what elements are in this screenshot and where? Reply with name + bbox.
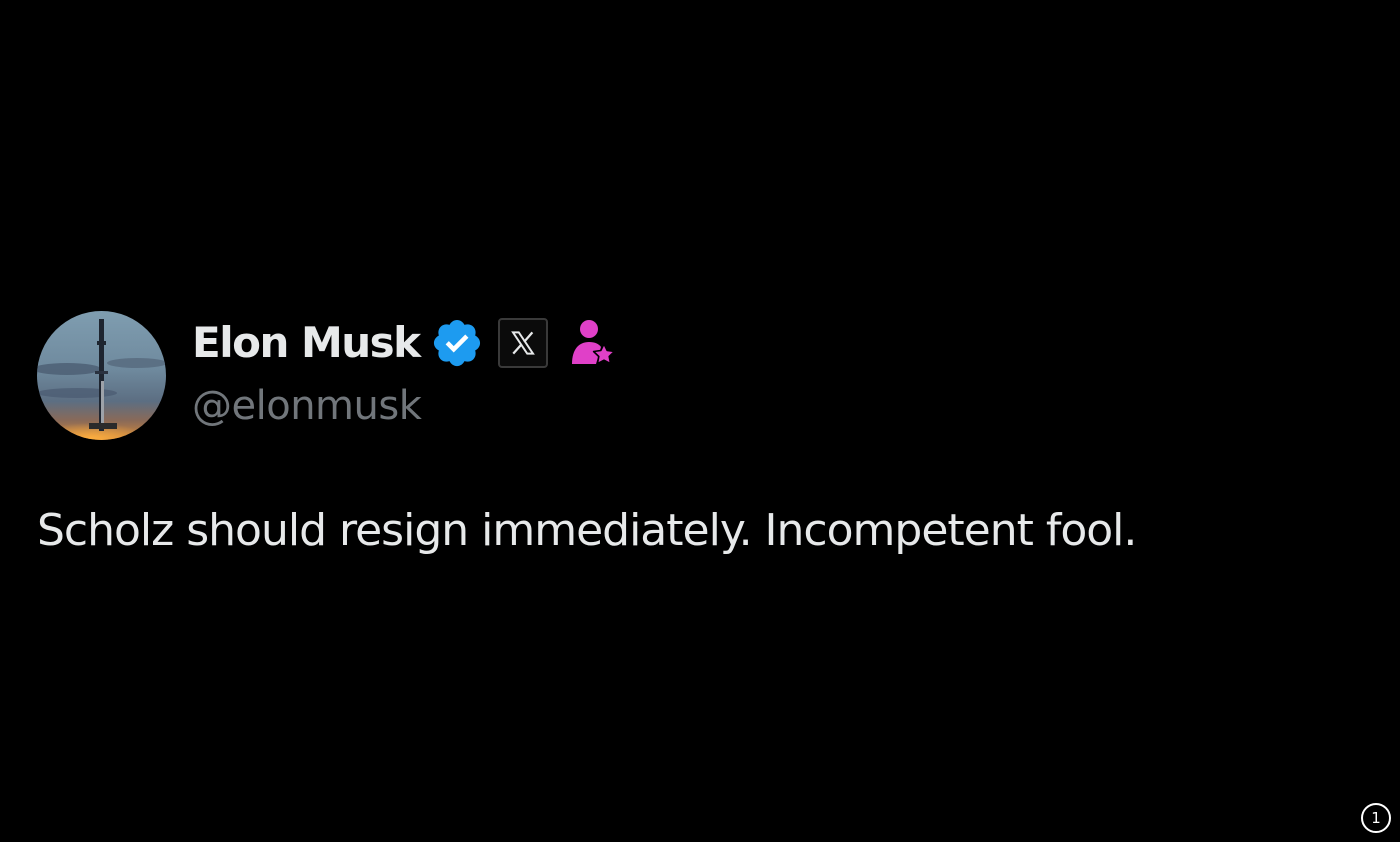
tweet-text: Scholz should resign immediately. Incomp… (37, 505, 1137, 556)
avatar[interactable] (37, 311, 166, 440)
x-logo-icon (510, 331, 535, 355)
tweet-card: Elon Musk @elonmusk Scholz should resign… (0, 0, 1400, 842)
author-display-name[interactable]: Elon Musk (192, 322, 421, 364)
affiliate-badge[interactable] (497, 318, 548, 368)
avatar-image (37, 311, 166, 440)
page-indicator: 1 (1361, 803, 1391, 833)
author-handle[interactable]: @elonmusk (192, 384, 422, 428)
person-star-icon (568, 316, 618, 370)
verified-badge-icon (430, 316, 484, 370)
author-name-row: Elon Musk (192, 312, 618, 374)
